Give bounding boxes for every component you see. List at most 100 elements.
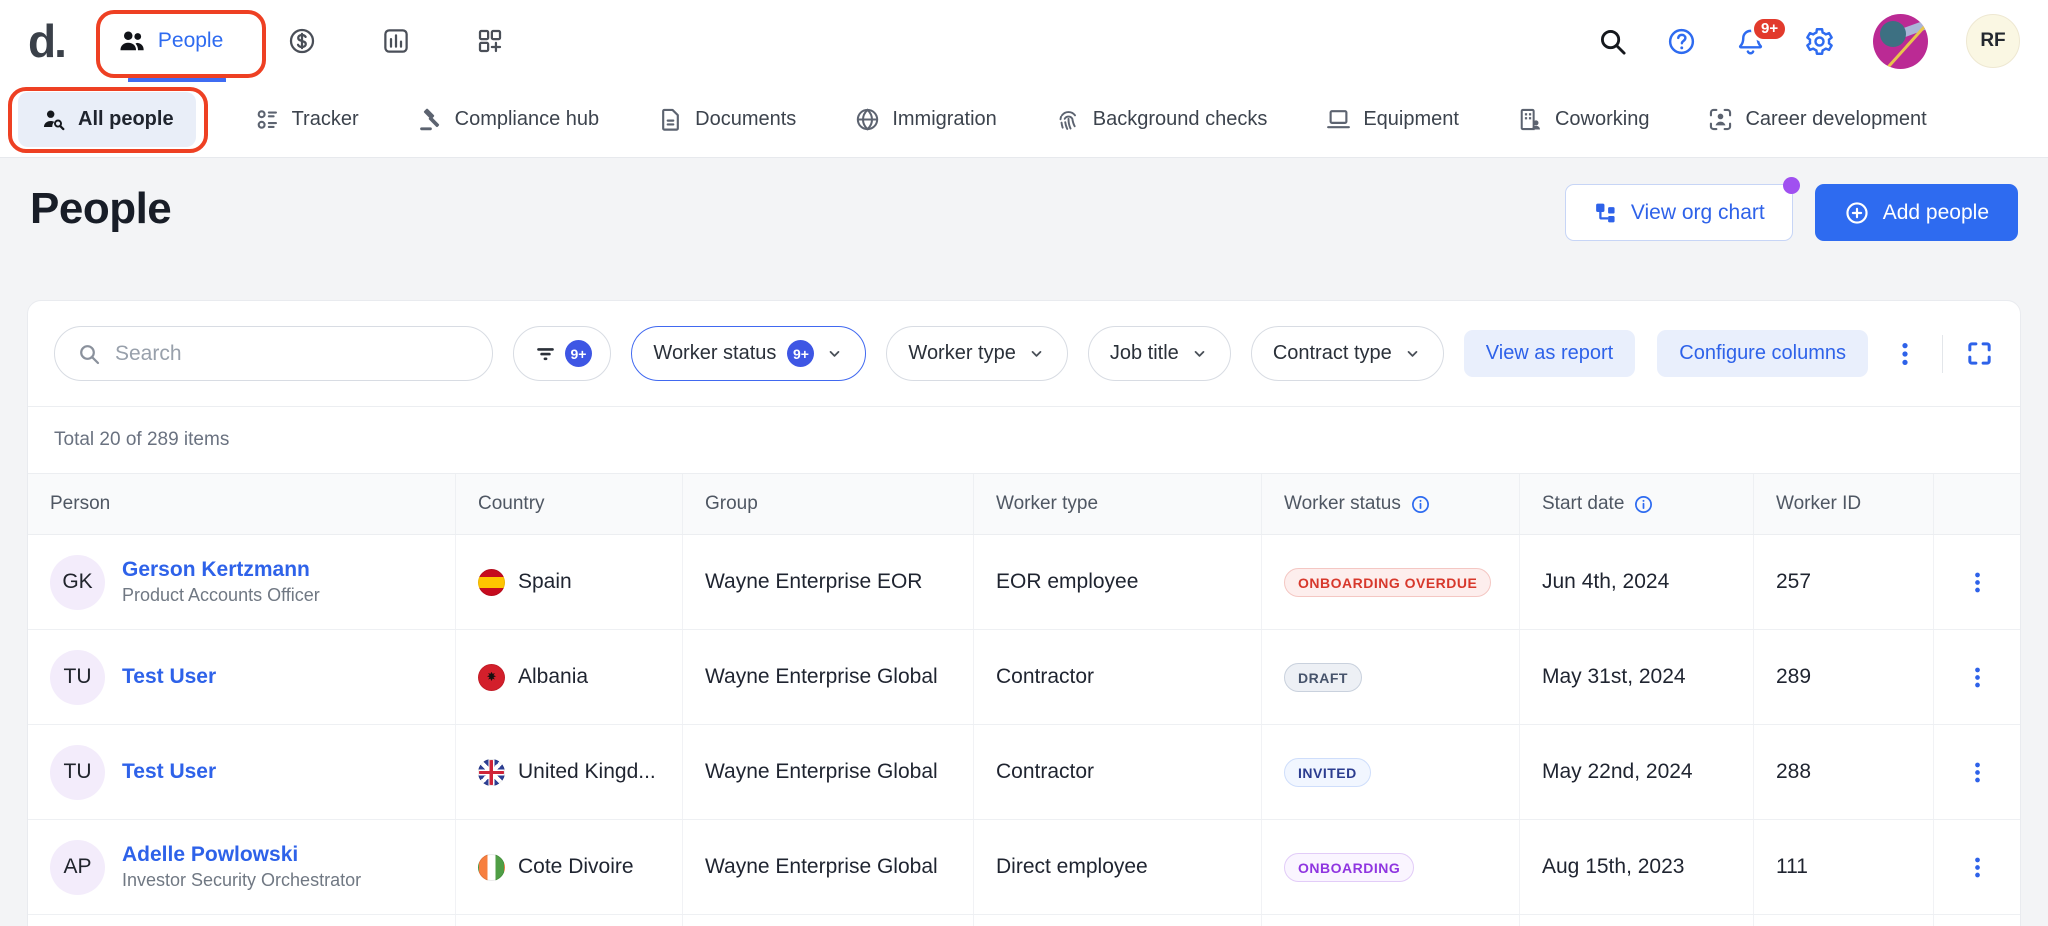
search-icon[interactable] [1597, 26, 1628, 57]
group-cell: Wayne Enterprise Global [683, 725, 974, 819]
filters-count-badge: 9+ [565, 340, 592, 367]
filter-dropdown-worker-type[interactable]: Worker type [886, 326, 1067, 381]
filter-dropdown-job-title[interactable]: Job title [1088, 326, 1231, 381]
country-cell: Cote Divoire [456, 820, 683, 914]
sub-nav-item-career-development[interactable]: Career development [1707, 106, 1926, 133]
column-header[interactable] [1934, 474, 2020, 534]
worker-status-cell: DRAFT [1262, 630, 1520, 724]
person-job-title: Investor Security Orchestrator [122, 869, 361, 892]
column-header-label: Worker status [1284, 493, 1401, 515]
sub-nav-item-label: Career development [1745, 108, 1926, 131]
worker-status-cell: INVITED [1262, 725, 1520, 819]
row-kebab-icon[interactable] [1964, 759, 1991, 786]
plus-circle-icon [1844, 200, 1870, 226]
apps-icon [475, 26, 505, 56]
sub-nav-item-compliance-hub[interactable]: Compliance hub [417, 106, 600, 133]
settings-gear-icon[interactable] [1804, 26, 1835, 57]
more-options-kebab-icon[interactable] [1890, 339, 1920, 369]
sub-nav-item-all-people[interactable]: All people [18, 92, 196, 147]
sub-nav-item-documents[interactable]: Documents [657, 106, 796, 133]
active-nav-underline [128, 75, 226, 82]
table-summary: Total 20 of 289 items [28, 406, 2020, 473]
filter-dropdown-label: Job title [1110, 342, 1179, 365]
avatar: TU [50, 745, 105, 800]
table-row[interactable]: TU Test User United Kingd... Wayne Enter… [28, 725, 2020, 820]
view-as-report-button[interactable]: View as report [1464, 330, 1635, 377]
country-flag-icon [478, 854, 505, 881]
chevron-down-icon [825, 344, 844, 363]
country-cell: Spain [456, 535, 683, 629]
column-header[interactable]: Worker status [1262, 474, 1520, 534]
column-header[interactable]: Country [456, 474, 683, 534]
documents-icon [657, 106, 684, 133]
avatar: TU [50, 650, 105, 705]
row-kebab-icon[interactable] [1964, 664, 1991, 691]
page-header-actions: View org chart Add people [1565, 184, 2018, 241]
person-cell: TU Test User [28, 725, 456, 819]
row-kebab-icon[interactable] [1964, 854, 1991, 881]
sub-nav-item-immigration[interactable]: Immigration [854, 106, 996, 133]
dollar-icon [287, 26, 317, 56]
start-date-cell: May 31st, 2024 [1520, 630, 1754, 724]
user-avatar[interactable]: RF [1966, 14, 2020, 68]
worker-id-cell: 288 [1754, 725, 1934, 819]
sub-nav-item-tracker[interactable]: Tracker [254, 106, 359, 133]
nav-item-payments[interactable] [287, 26, 317, 56]
table-row-partial [28, 915, 2020, 926]
table-row[interactable]: TU Test User Albania Wayne Enterprise Gl… [28, 630, 2020, 725]
worker-status-cell: ONBOARDING OVERDUE [1262, 535, 1520, 629]
career-icon [1707, 106, 1734, 133]
column-header[interactable]: Worker ID [1754, 474, 1934, 534]
sub-nav-item-coworking[interactable]: Coworking [1517, 106, 1649, 133]
primary-nav: People [117, 26, 569, 56]
top-nav: d. People 9+ RF [0, 0, 2048, 82]
nav-item-analytics[interactable] [381, 26, 411, 56]
person-name-link[interactable]: Gerson Kertzmann [122, 556, 320, 584]
configure-columns-button[interactable]: Configure columns [1657, 330, 1868, 377]
column-header-label: Group [705, 493, 758, 515]
worker-type-cell: Contractor [974, 725, 1262, 819]
add-people-button[interactable]: Add people [1815, 184, 2018, 241]
search-box[interactable] [54, 326, 493, 381]
column-header[interactable]: Start date [1520, 474, 1754, 534]
people-icon [117, 26, 147, 56]
person-name-link[interactable]: Test User [122, 758, 216, 786]
person-name-link[interactable]: Test User [122, 663, 216, 691]
column-header[interactable]: Group [683, 474, 974, 534]
info-icon[interactable] [1410, 494, 1431, 515]
filter-dropdown-contract-type[interactable]: Contract type [1251, 326, 1444, 381]
notifications-bell-icon[interactable]: 9+ [1735, 26, 1766, 57]
filter-dropdown-worker-status[interactable]: Worker status 9+ [631, 326, 866, 381]
column-header[interactable]: Person [28, 474, 456, 534]
row-kebab-icon[interactable] [1964, 569, 1991, 596]
sub-nav-item-label: Immigration [892, 108, 996, 131]
status-badge: ONBOARDING [1284, 853, 1414, 882]
info-icon[interactable] [1633, 494, 1654, 515]
worker-type-cell: EOR employee [974, 535, 1262, 629]
globe-icon [854, 106, 881, 133]
nav-item-people[interactable]: People [117, 26, 223, 56]
table-row[interactable]: AP Adelle Powlowski Investor Security Or… [28, 820, 2020, 915]
filter-pills: Worker status 9+ Worker type Job title C… [631, 326, 1443, 381]
help-icon[interactable] [1666, 26, 1697, 57]
filters-button[interactable]: 9+ [513, 326, 611, 381]
org-chart-icon [1593, 200, 1618, 225]
compliance-icon [417, 106, 444, 133]
worker-status-cell: ONBOARDING [1262, 820, 1520, 914]
view-org-chart-button[interactable]: View org chart [1565, 184, 1793, 241]
filter-dropdown-label: Worker status [653, 342, 776, 365]
column-header[interactable]: Worker type [974, 474, 1262, 534]
sub-nav-item-equipment[interactable]: Equipment [1325, 106, 1459, 133]
table-row[interactable]: GK Gerson Kertzmann Product Accounts Off… [28, 535, 2020, 630]
fullscreen-icon[interactable] [1965, 339, 1994, 368]
org-avatar[interactable] [1873, 14, 1928, 69]
row-actions-cell [1934, 820, 2020, 914]
deel-logo[interactable]: d. [28, 18, 65, 64]
search-input[interactable] [115, 342, 470, 366]
group-cell: Wayne Enterprise Global [683, 630, 974, 724]
person-name-link[interactable]: Adelle Powlowski [122, 841, 361, 869]
nav-item-apps[interactable] [475, 26, 505, 56]
sub-nav-item-background-checks[interactable]: Background checks [1055, 106, 1268, 133]
row-actions-cell [1934, 725, 2020, 819]
start-date-cell: Jun 4th, 2024 [1520, 535, 1754, 629]
